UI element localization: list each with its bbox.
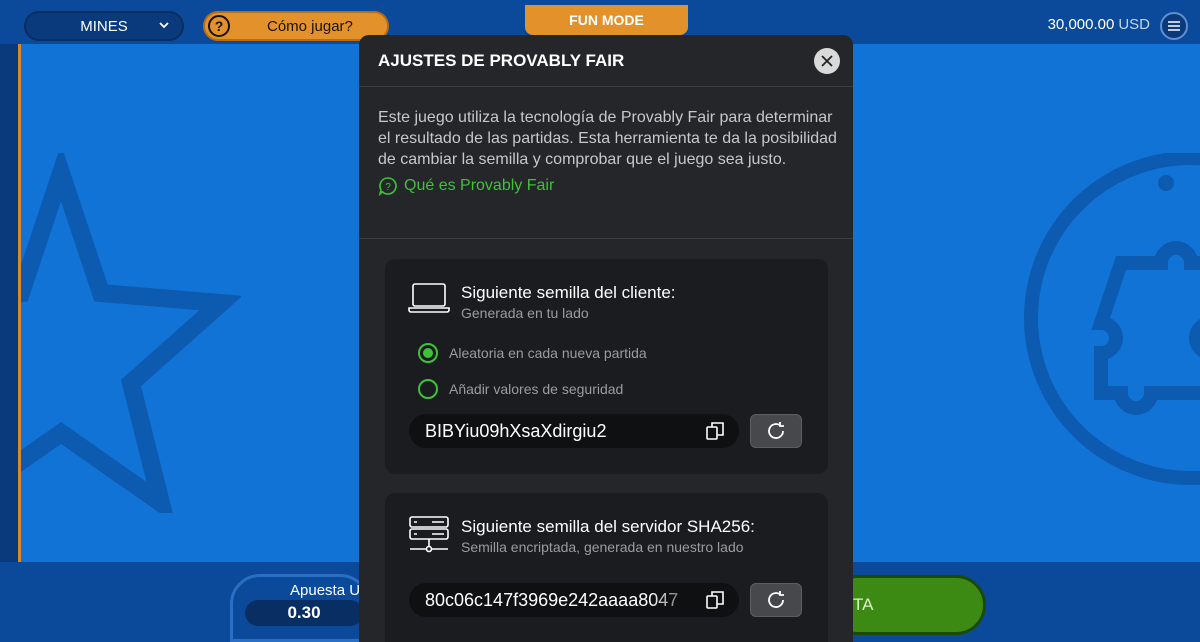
provably-fair-modal: AJUSTES DE PROVABLY FAIR Este juego util…	[359, 35, 853, 642]
provably-fair-link-label: Qué es Provably Fair	[404, 177, 555, 194]
server-seed-field[interactable]: 80c06c147f3969e242aaaa8047	[409, 583, 739, 617]
refresh-icon	[768, 591, 784, 608]
server-seed-refresh-button[interactable]	[750, 583, 802, 617]
svg-text:?: ?	[385, 182, 391, 193]
client-seed-subtitle: Generada en tu lado	[461, 305, 589, 321]
close-icon	[821, 55, 833, 67]
radio-random-each-game[interactable]: Aleatoria en cada nueva partida	[418, 343, 647, 363]
client-seed-value: BIBYiu09hXsaXdirgiu2	[425, 420, 607, 441]
provably-fair-link[interactable]: ? Qué es Provably Fair	[378, 176, 834, 196]
client-seed-field[interactable]: BIBYiu09hXsaXdirgiu2	[409, 414, 739, 448]
server-seed-title: Siguiente semilla del servidor SHA256:	[461, 517, 755, 536]
close-button[interactable]	[814, 48, 840, 74]
intro-text: Este juego utiliza la tecnología de Prov…	[378, 109, 837, 168]
refresh-icon	[768, 422, 784, 439]
laptop-icon	[408, 283, 450, 313]
server-seed-subtitle: Semilla encriptada, generada en nuestro …	[461, 539, 744, 555]
radio-random-label: Aleatoria en cada nueva partida	[449, 345, 647, 361]
radio-security-label: Añadir valores de seguridad	[449, 381, 624, 397]
server-icon	[409, 516, 449, 553]
copy-icon[interactable]	[705, 421, 725, 441]
radio-selected-icon	[418, 343, 438, 363]
modal-header: AJUSTES DE PROVABLY FAIR	[359, 35, 853, 87]
chat-question-icon: ?	[378, 177, 397, 196]
radio-add-security-values[interactable]: Añadir valores de seguridad	[418, 379, 623, 399]
client-seed-title: Siguiente semilla del cliente:	[461, 283, 676, 302]
modal-title: AJUSTES DE PROVABLY FAIR	[378, 51, 625, 70]
server-seed-value: 80c06c147f3969e242aaaa8047	[425, 589, 679, 610]
client-seed-refresh-button[interactable]	[750, 414, 802, 448]
server-seed-card: Siguiente semilla del servidor SHA256: S…	[385, 493, 828, 642]
client-seed-card: Siguiente semilla del cliente: Generada …	[385, 259, 828, 474]
copy-icon[interactable]	[705, 590, 725, 610]
radio-unselected-icon	[418, 379, 438, 399]
intro-section: Este juego utiliza la tecnología de Prov…	[359, 87, 853, 239]
